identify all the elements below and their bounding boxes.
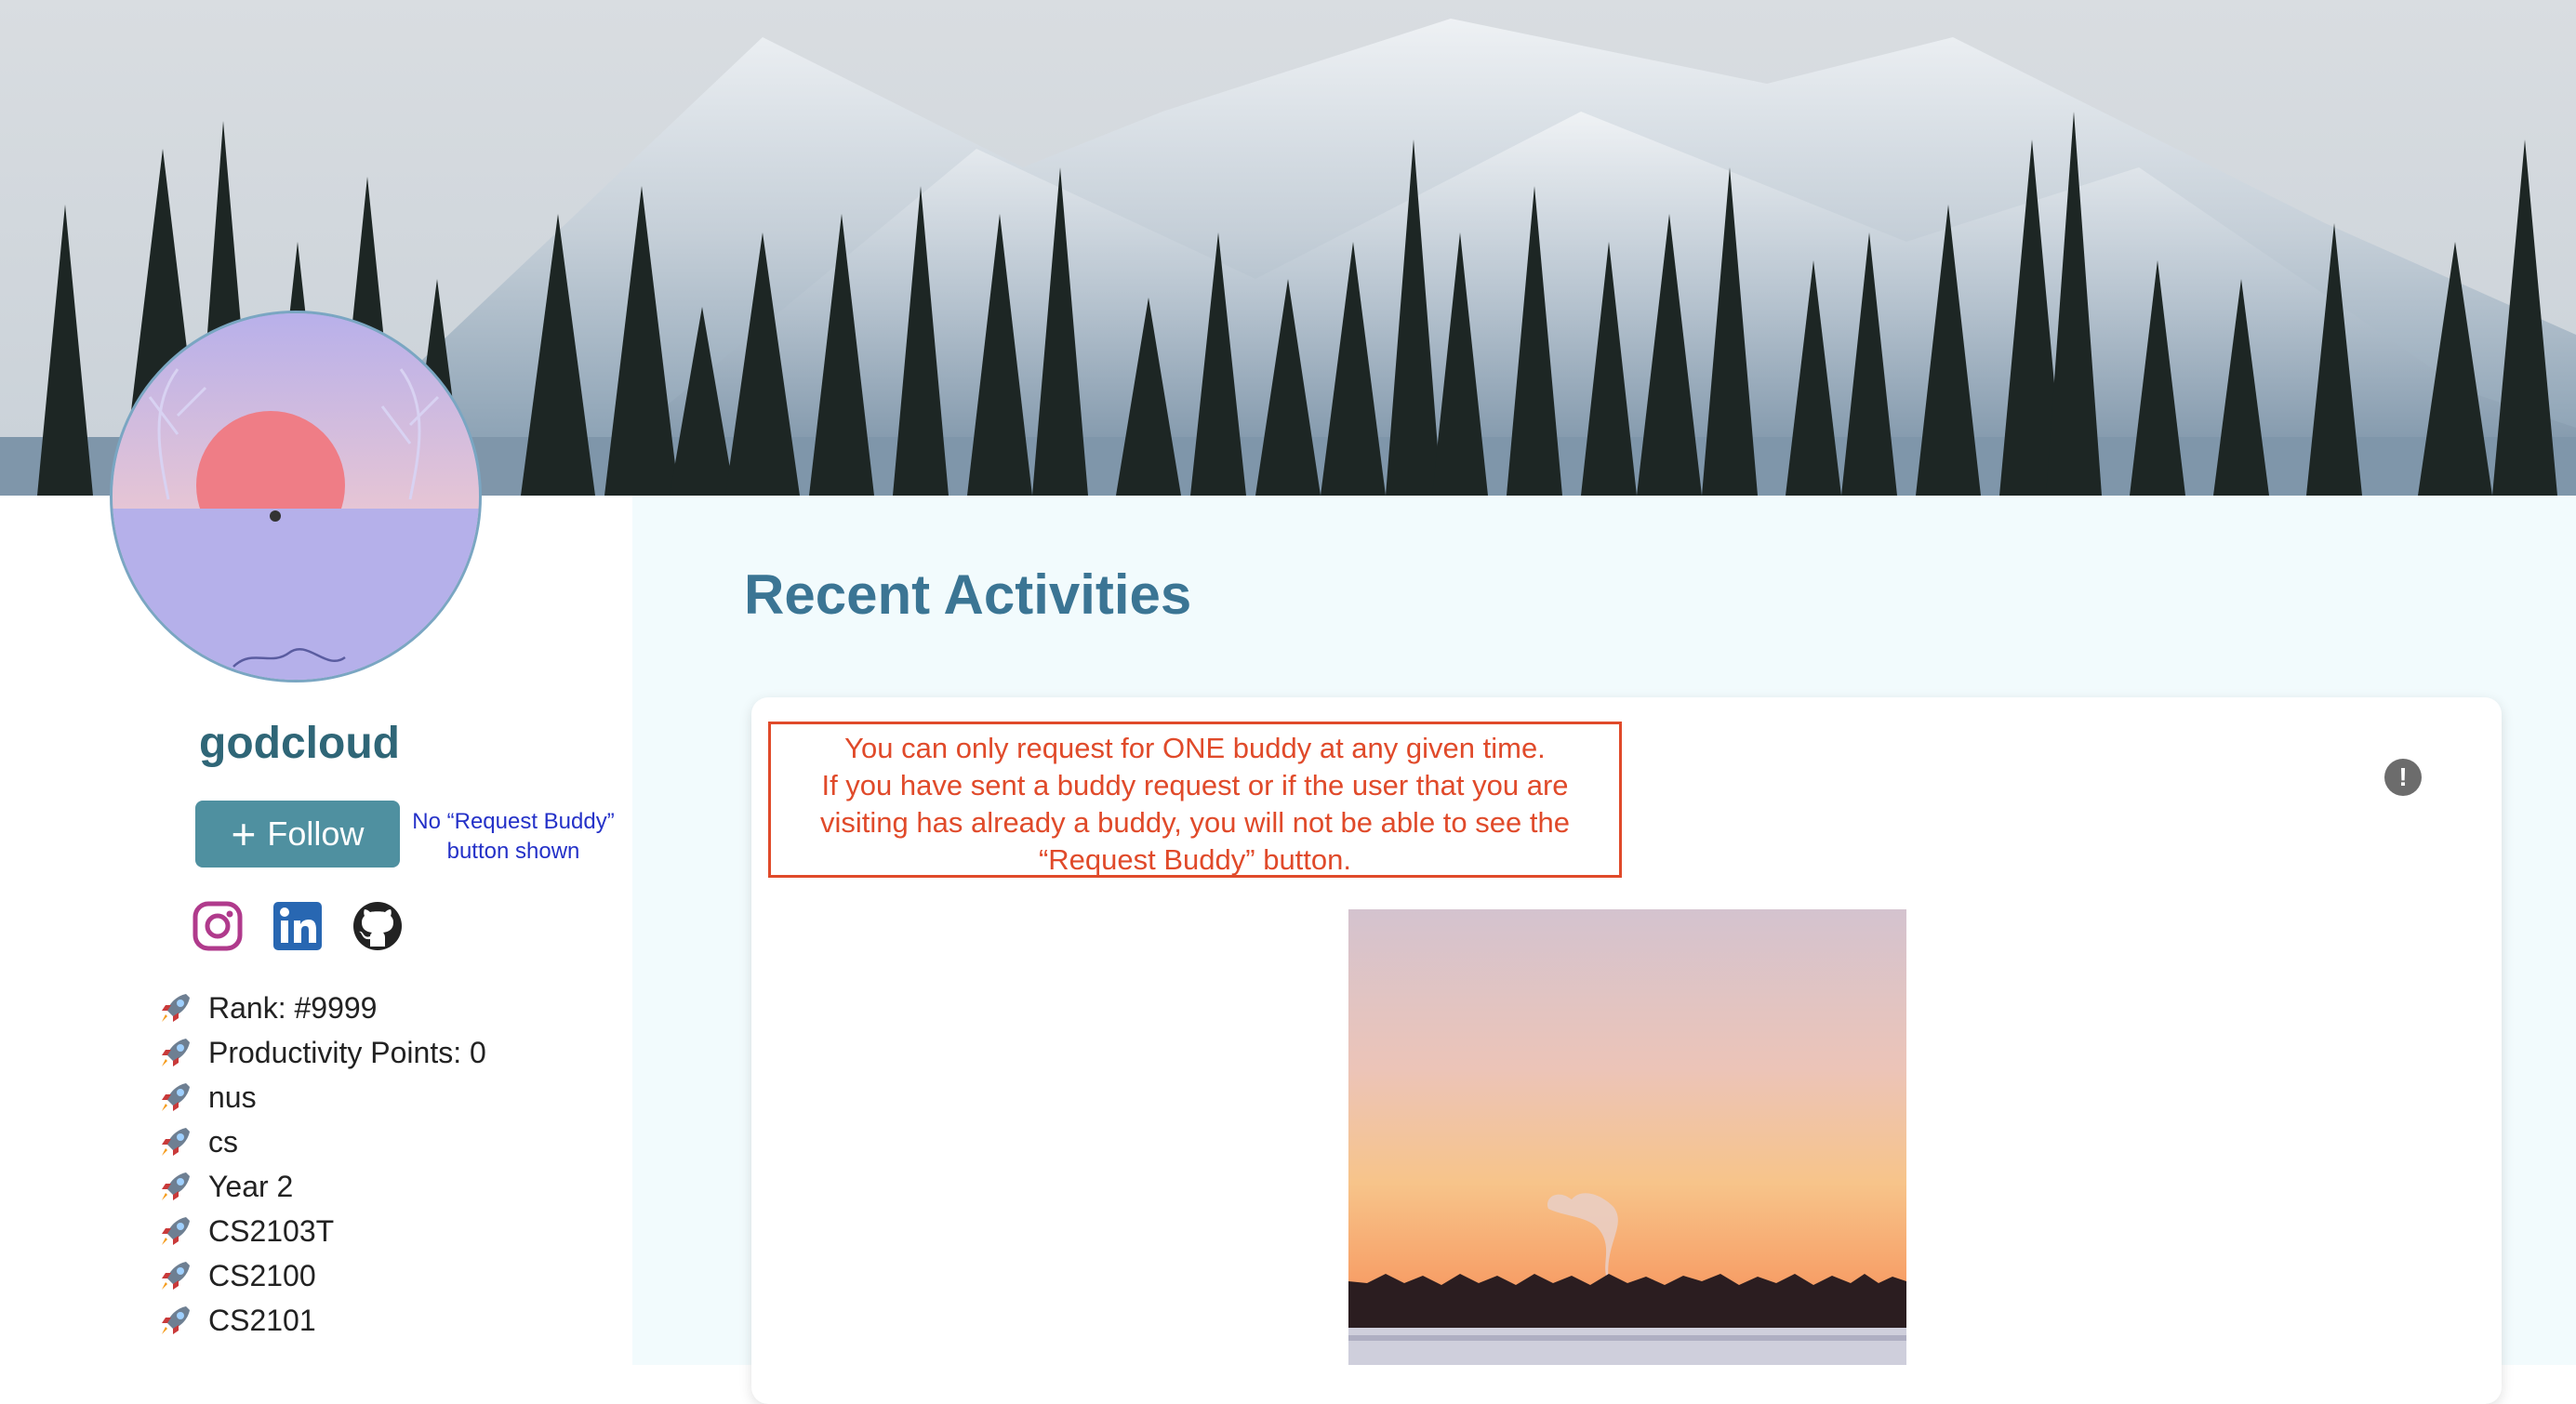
linkedin-icon[interactable] bbox=[272, 900, 324, 952]
info-item: Productivity Points: 0 bbox=[158, 1030, 486, 1075]
sunset-image bbox=[1348, 909, 1906, 1365]
info-item: Year 2 bbox=[158, 1164, 486, 1209]
info-text: Rank: #9999 bbox=[208, 990, 378, 1025]
info-text: CS2101 bbox=[208, 1303, 316, 1337]
note-line: No “Request Buddy” bbox=[412, 809, 615, 834]
info-text: CS2103T bbox=[208, 1213, 335, 1248]
recent-activities-title: Recent Activities bbox=[744, 563, 1192, 626]
info-item: CS2103T bbox=[158, 1209, 486, 1253]
follow-label: Follow bbox=[267, 815, 365, 853]
info-item: nus bbox=[158, 1075, 486, 1119]
avatar-image bbox=[113, 313, 479, 680]
warning-line: visiting has already a buddy, you will n… bbox=[820, 806, 1570, 839]
social-links bbox=[192, 900, 404, 952]
buddy-warning-box: You can only request for ONE buddy at an… bbox=[768, 722, 1622, 878]
github-icon[interactable] bbox=[352, 900, 404, 952]
exclamation-icon[interactable]: ! bbox=[2384, 759, 2422, 796]
info-item: cs bbox=[158, 1119, 486, 1164]
info-item: CS2101 bbox=[158, 1298, 486, 1343]
warning-line: If you have sent a buddy request or if t… bbox=[821, 769, 1569, 801]
rocket-icon bbox=[158, 1258, 193, 1293]
activity-image[interactable] bbox=[1348, 909, 1906, 1365]
profile-info-list: Rank: #9999 Productivity Points: 0 nus c… bbox=[158, 986, 486, 1343]
rocket-icon bbox=[158, 1124, 193, 1159]
request-buddy-note: No “Request Buddy” button shown bbox=[405, 807, 621, 867]
instagram-icon[interactable] bbox=[192, 900, 244, 952]
info-text: CS2100 bbox=[208, 1258, 316, 1292]
info-item: CS2100 bbox=[158, 1253, 486, 1298]
username: godcloud bbox=[199, 719, 400, 768]
rocket-icon bbox=[158, 1213, 193, 1249]
plus-icon: + bbox=[231, 810, 257, 858]
rocket-icon bbox=[158, 1303, 193, 1338]
info-item: Rank: #9999 bbox=[158, 986, 486, 1030]
follow-button[interactable]: + Follow bbox=[195, 801, 400, 868]
info-text: Productivity Points: 0 bbox=[208, 1035, 486, 1069]
rocket-icon bbox=[158, 1079, 193, 1115]
warning-line: You can only request for ONE buddy at an… bbox=[844, 732, 1546, 764]
warning-line: “Request Buddy” button. bbox=[1038, 843, 1352, 876]
rocket-icon bbox=[158, 1035, 193, 1070]
info-text: cs bbox=[208, 1124, 238, 1159]
rocket-icon bbox=[158, 1169, 193, 1204]
info-text: Year 2 bbox=[208, 1169, 294, 1203]
avatar bbox=[110, 311, 482, 682]
info-text: nus bbox=[208, 1079, 257, 1114]
rocket-icon bbox=[158, 990, 193, 1026]
note-line: button shown bbox=[446, 839, 580, 864]
